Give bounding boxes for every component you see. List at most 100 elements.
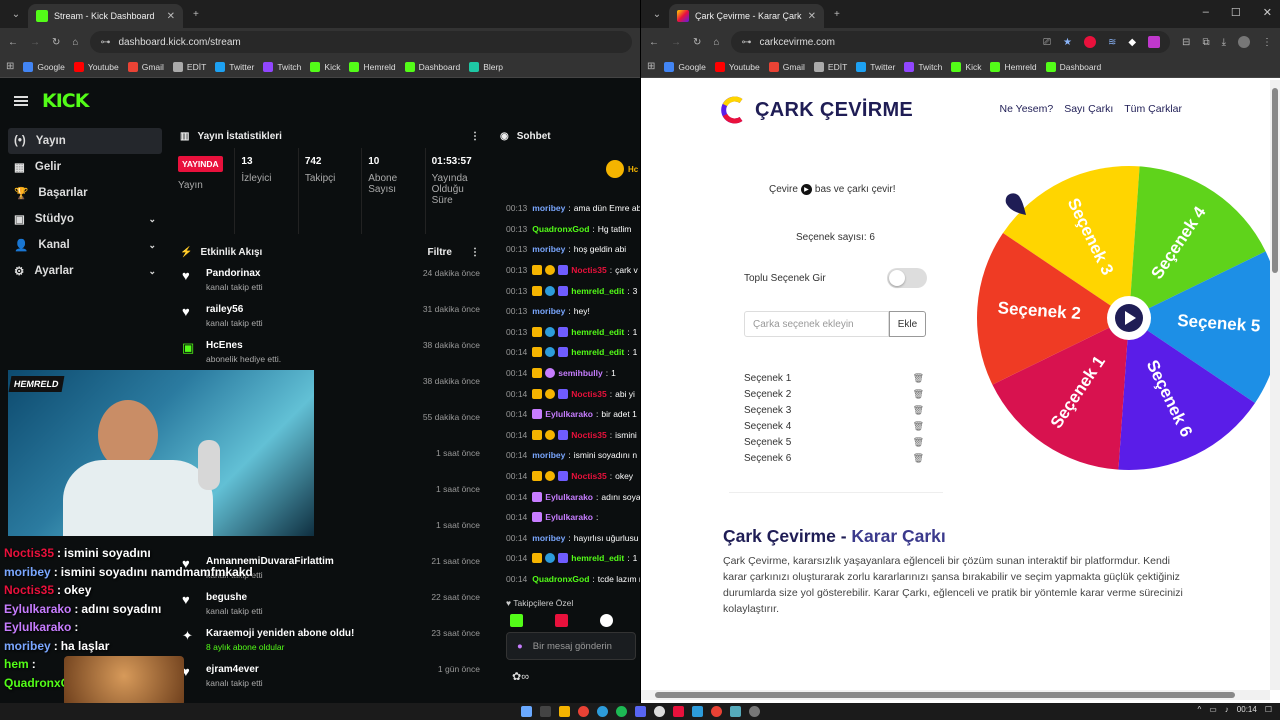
stats-menu-icon[interactable]: ⋮ bbox=[470, 131, 480, 142]
bookmark-6[interactable]: Kick bbox=[951, 61, 981, 72]
maximize-icon[interactable]: ☐ bbox=[1231, 6, 1241, 19]
chevron-down-icon[interactable]: ⌄ bbox=[148, 266, 156, 277]
chat-username[interactable]: QuadronxGod bbox=[532, 574, 589, 584]
url-field[interactable]: ⊶ dashboard.kick.com/stream bbox=[90, 31, 632, 53]
taskbar-app-2-icon[interactable] bbox=[539, 706, 551, 717]
trash-icon[interactable]: 🗑 bbox=[913, 437, 924, 448]
emote-1-icon[interactable] bbox=[510, 614, 523, 627]
sidebar-item-4[interactable]: 👤 Kanal ⌄ bbox=[8, 232, 162, 258]
chevron-down-icon[interactable]: ⌄ bbox=[148, 214, 156, 225]
home-icon[interactable]: ⌂ bbox=[713, 37, 719, 48]
filter-button[interactable]: Filtre bbox=[428, 247, 452, 258]
network-icon[interactable]: ▭ bbox=[1209, 705, 1217, 714]
bookmark-0[interactable]: Google bbox=[664, 61, 706, 72]
browser-menu-icon[interactable]: ⋮ bbox=[1262, 37, 1272, 48]
reading-mode-icon[interactable]: ⊟ bbox=[1182, 37, 1190, 48]
chat-username[interactable]: QuadronxGod bbox=[532, 224, 589, 234]
add-option-button[interactable]: Ekle bbox=[889, 311, 926, 337]
taskbar-app-4-icon[interactable] bbox=[691, 706, 703, 717]
bookmark-2[interactable]: Gmail bbox=[127, 61, 164, 72]
extension-3-icon[interactable]: ◆ bbox=[1128, 36, 1136, 48]
chat-username[interactable]: Noctis35 bbox=[571, 430, 606, 440]
option-input[interactable] bbox=[744, 311, 889, 337]
taskbar-edge-icon[interactable] bbox=[596, 706, 608, 717]
reload-icon[interactable]: ↻ bbox=[693, 37, 701, 48]
sidebar-item-3[interactable]: ▣ Stüdyo ⌄ bbox=[8, 206, 162, 232]
chat-username[interactable]: semihbully bbox=[558, 368, 602, 378]
apps-grid-icon[interactable]: ⊞ bbox=[647, 61, 655, 72]
minimize-icon[interactable]: – bbox=[1203, 6, 1209, 19]
menu-icon[interactable] bbox=[14, 96, 28, 106]
back-icon[interactable]: ← bbox=[8, 37, 18, 48]
emote-picker-icon[interactable]: ✿∞ bbox=[512, 670, 529, 683]
bookmark-1[interactable]: Youtube bbox=[714, 61, 760, 72]
chevron-down-icon[interactable]: ⌄ bbox=[148, 240, 156, 251]
apps-grid-icon[interactable]: ⊞ bbox=[6, 61, 14, 72]
sidebar-item-0[interactable]: (•) Yayın bbox=[8, 128, 162, 154]
tab-kick-dashboard[interactable]: Stream - Kick Dashboard ✕ bbox=[28, 4, 183, 28]
tab-search-icon[interactable]: ⌄ bbox=[645, 9, 669, 20]
events-menu-icon[interactable]: ⋮ bbox=[470, 247, 480, 258]
bookmark-2[interactable]: Gmail bbox=[768, 61, 805, 72]
sidebar-item-1[interactable]: ▦ Gelir bbox=[8, 154, 162, 180]
install-icon[interactable]: ⎚ bbox=[1043, 36, 1051, 48]
new-tab-icon[interactable]: + bbox=[193, 9, 199, 20]
chat-username[interactable]: Eylulkarako bbox=[545, 492, 593, 502]
bookmark-0[interactable]: Google bbox=[23, 61, 65, 72]
extension-4-icon[interactable] bbox=[1148, 36, 1161, 48]
trash-icon[interactable]: 🗑 bbox=[913, 421, 924, 432]
chat-username[interactable]: Eylulkarako bbox=[545, 512, 593, 522]
bookmark-1[interactable]: Youtube bbox=[73, 61, 119, 72]
sidebar-item-5[interactable]: ⚙ Ayarlar ⌄ bbox=[8, 258, 162, 284]
chat-username[interactable]: moribey bbox=[532, 306, 565, 316]
mic-icon[interactable]: ● bbox=[517, 641, 523, 652]
bookmark-8[interactable]: Dashboard bbox=[404, 61, 460, 72]
taskbar-app-1-icon[interactable] bbox=[520, 706, 532, 717]
nav-link-0[interactable]: Ne Yesem? bbox=[1000, 103, 1054, 115]
taskbar-app-5-icon[interactable] bbox=[729, 706, 741, 717]
site-info-icon[interactable]: ⊶ bbox=[741, 37, 751, 48]
new-tab-icon[interactable]: + bbox=[834, 9, 840, 20]
sidebar-item-2[interactable]: 🏆 Başarılar bbox=[8, 180, 162, 206]
url-field[interactable]: ⊶ carkcevirme.com ⎚ ★ ≋ ◆ bbox=[731, 31, 1171, 53]
bookmark-4[interactable]: Twitter bbox=[856, 61, 895, 72]
chat-username[interactable]: Noctis35 bbox=[571, 471, 606, 481]
kick-logo[interactable]: KICK bbox=[42, 90, 89, 112]
bookmark-8[interactable]: Dashboard bbox=[1045, 61, 1101, 72]
taskbar-chrome-2-icon[interactable] bbox=[710, 706, 722, 717]
trash-icon[interactable]: 🗑 bbox=[913, 453, 924, 464]
scroll-thumb-h[interactable] bbox=[655, 692, 1235, 698]
nav-link-2[interactable]: Tüm Çarklar bbox=[1124, 103, 1182, 115]
taskbar-discord-icon[interactable] bbox=[634, 706, 646, 717]
forward-icon[interactable]: → bbox=[671, 37, 681, 48]
chat-username[interactable]: hemreld_edit bbox=[571, 553, 624, 563]
vertical-scrollbar[interactable] bbox=[1270, 80, 1280, 690]
chat-username[interactable]: Eylulkarako bbox=[545, 409, 593, 419]
bookmark-5[interactable]: Twitch bbox=[904, 61, 942, 72]
bookmark-9[interactable]: Blerp bbox=[469, 61, 503, 72]
emote-2-icon[interactable] bbox=[555, 614, 568, 627]
taskbar-app-6-icon[interactable] bbox=[748, 706, 760, 717]
forward-icon[interactable]: → bbox=[30, 37, 40, 48]
volume-icon[interactable]: ♪ bbox=[1225, 705, 1229, 714]
emote-3-icon[interactable] bbox=[600, 614, 613, 627]
bulk-entry-toggle[interactable] bbox=[887, 268, 927, 288]
extension-2-icon[interactable]: ≋ bbox=[1108, 36, 1116, 48]
bookmark-5[interactable]: Twitch bbox=[263, 61, 301, 72]
chat-username[interactable]: moribey bbox=[532, 450, 565, 460]
taskbar-chrome-icon[interactable] bbox=[577, 706, 589, 717]
bookmark-7[interactable]: Hemreld bbox=[990, 61, 1037, 72]
reload-icon[interactable]: ↻ bbox=[52, 37, 60, 48]
download-icon[interactable]: ⤓ bbox=[1222, 37, 1226, 48]
profile-avatar[interactable] bbox=[1238, 36, 1250, 48]
taskbar-app-3-icon[interactable] bbox=[672, 706, 684, 717]
chat-username[interactable]: moribey bbox=[532, 244, 565, 254]
trash-icon[interactable]: 🗑 bbox=[913, 373, 924, 384]
taskbar-explorer-icon[interactable] bbox=[558, 706, 570, 717]
extension-1-icon[interactable] bbox=[1083, 36, 1096, 48]
chat-username[interactable]: moribey bbox=[532, 533, 565, 543]
nav-link-1[interactable]: Sayı Çarkı bbox=[1064, 103, 1113, 115]
chat-username[interactable]: hemreld_edit bbox=[571, 286, 624, 296]
chat-input[interactable]: ● Bir mesaj gönderin bbox=[506, 632, 636, 660]
tab-cark-cevirme[interactable]: Çark Çevirme - Karar Çarkı ✕ bbox=[669, 4, 824, 28]
